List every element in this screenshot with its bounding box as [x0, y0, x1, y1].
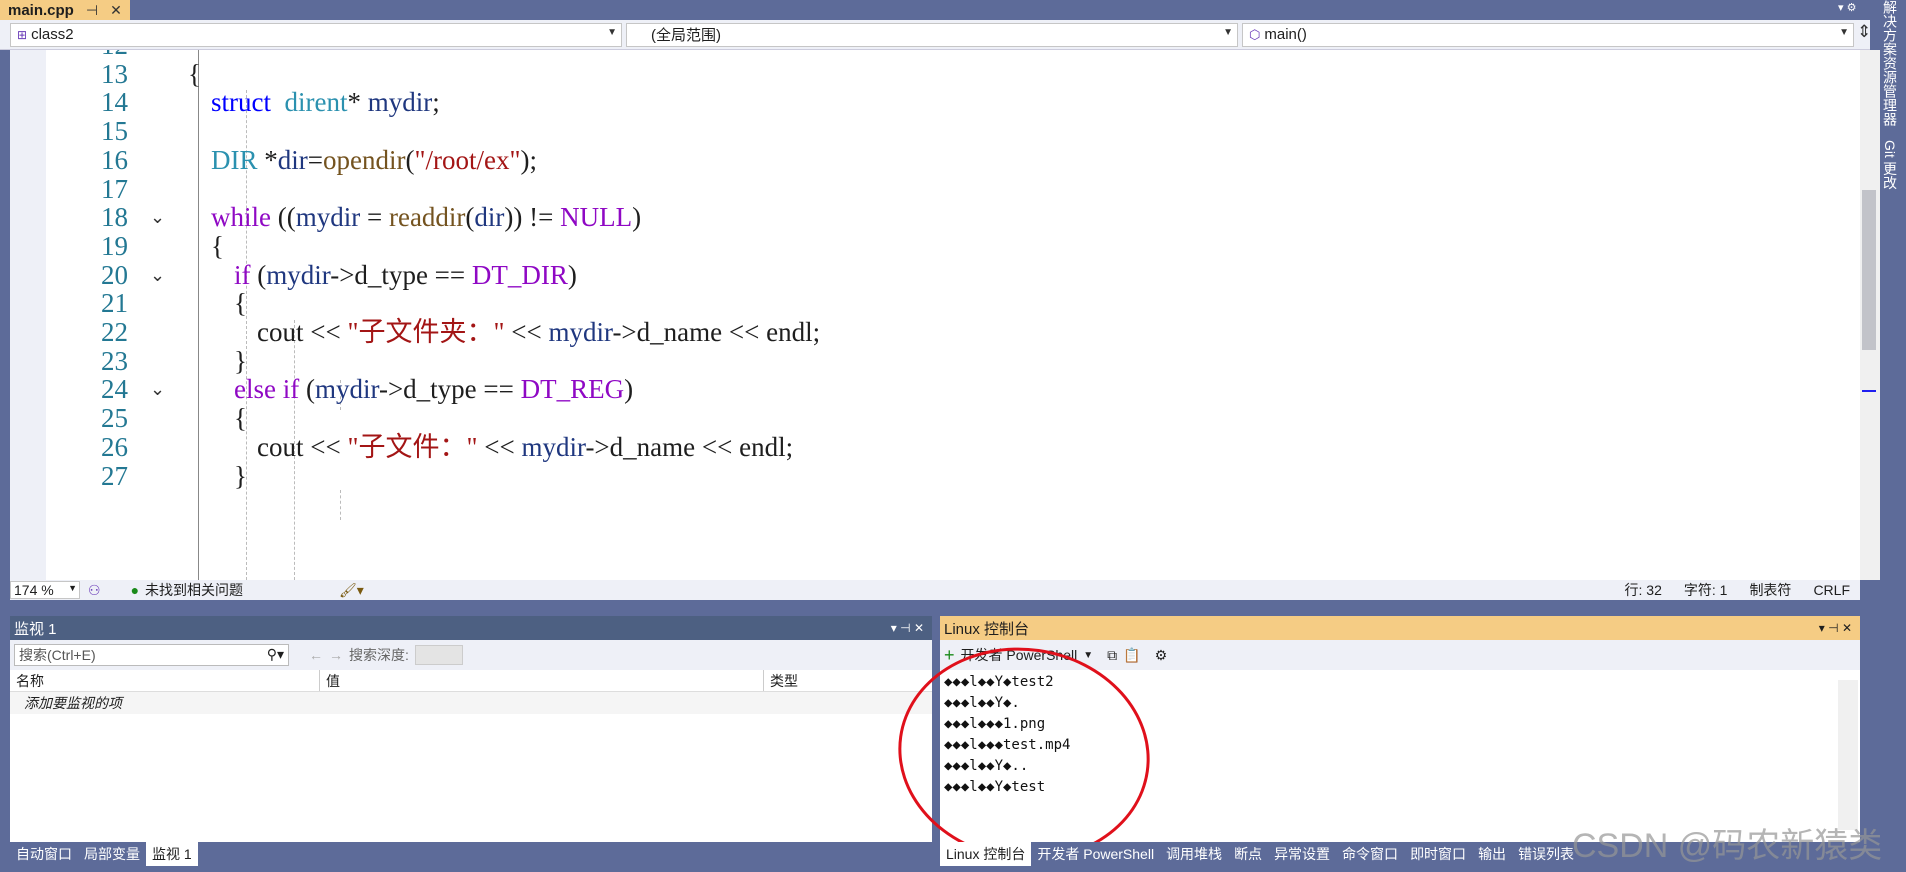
- scroll-marker: [1862, 390, 1876, 392]
- console-title: Linux 控制台: [944, 620, 1030, 638]
- line-number: 27: [101, 460, 128, 491]
- code-text: {: [234, 288, 247, 319]
- scrollbar-thumb[interactable]: [1862, 190, 1876, 350]
- search-depth-combo[interactable]: [414, 645, 463, 665]
- document-tab[interactable]: main.cpp ⊣ ✕: [0, 0, 130, 20]
- watch-panel: 监视 1 ▾ ⊣ ✕ 搜索(Ctrl+E) ⚲▾ ← → 搜索深度: 名称 值 …: [10, 616, 932, 842]
- tool-window-tab[interactable]: 开发者 PowerShell: [1031, 842, 1160, 866]
- tool-window-tab[interactable]: Linux 控制台: [940, 842, 1032, 866]
- member-combo[interactable]: ⬡ main() ▼: [1242, 22, 1854, 47]
- project-combo[interactable]: ⊞ class2 ▼: [10, 22, 622, 47]
- column-name[interactable]: 名称: [10, 670, 320, 691]
- watch-search-placeholder: 搜索(Ctrl+E): [19, 647, 96, 663]
- column-value[interactable]: 值: [320, 670, 764, 691]
- console-title-bar: Linux 控制台 ▾ ⊣ ✕: [940, 616, 1860, 640]
- debug-window-tab[interactable]: 监视 1: [146, 842, 198, 866]
- chevron-down-icon: ▼: [68, 583, 77, 593]
- editor-gutter: [10, 50, 46, 580]
- code-text: struct dirent* mydir;: [211, 87, 440, 118]
- member-combo-value: main(): [1264, 26, 1307, 43]
- watch-title-bar: 监视 1 ▾ ⊣ ✕: [10, 616, 932, 640]
- fold-chevron-icon[interactable]: ⌄: [150, 200, 170, 235]
- project-icon: ⊞: [17, 27, 28, 42]
- code-editor[interactable]: 1213{14struct dirent* mydir;1516DIR *dir…: [10, 50, 1860, 580]
- code-text: {: [211, 230, 224, 261]
- back-arrow-icon[interactable]: ←: [309, 647, 323, 663]
- tool-window-tab[interactable]: 错误列表: [1512, 842, 1580, 866]
- code-line[interactable]: 27}: [46, 459, 247, 494]
- solution-explorer-tab[interactable]: 解决方案资源管理器: [1880, 0, 1900, 126]
- zoom-combo[interactable]: 174 % ▼: [10, 581, 80, 599]
- search-icon[interactable]: ⚲▾: [267, 646, 284, 663]
- code-text: DIR *dir=opendir("/root/ex");: [211, 144, 537, 175]
- issues-status[interactable]: 未找到相关问题: [145, 580, 243, 600]
- watch-toolbar: 搜索(Ctrl+E) ⚲▾ ← → 搜索深度:: [10, 640, 932, 670]
- scope-combo[interactable]: (全局范围) ▼: [626, 22, 1238, 47]
- ai-icon[interactable]: ⚇: [88, 582, 101, 599]
- code-text: if (mydir->d_type == DT_DIR): [234, 259, 577, 290]
- tab-status[interactable]: 制表符: [1749, 580, 1791, 600]
- paste-icon[interactable]: 📋: [1123, 647, 1140, 664]
- tab-list-dropdown-icon[interactable]: ▾ ⚙: [1838, 1, 1856, 14]
- line-status[interactable]: 行: 32: [1625, 580, 1662, 600]
- project-combo-value: class2: [31, 26, 74, 43]
- split-editor-icon[interactable]: ⇕: [1857, 22, 1871, 42]
- tool-window-tab[interactable]: 调用堆栈: [1160, 842, 1228, 866]
- fold-chevron-icon[interactable]: ⌄: [150, 258, 170, 293]
- code-text: else if (mydir->d_type == DT_REG): [234, 374, 634, 405]
- code-text: }: [234, 345, 247, 376]
- tool-window-tab[interactable]: 即时窗口: [1404, 842, 1472, 866]
- cube-icon: ⬡: [1249, 26, 1261, 42]
- search-depth-label: 搜索深度:: [349, 647, 409, 663]
- code-text: {: [188, 58, 201, 89]
- code-text: {: [234, 403, 247, 434]
- watch-title: 监视 1: [14, 620, 57, 638]
- console-scrollbar[interactable]: [1838, 680, 1858, 830]
- debug-window-tab[interactable]: 局部变量: [78, 842, 146, 866]
- editor-status-bar: 174 % ▼ ⚇ ● 未找到相关问题 🖌▾ 行: 32 字符: 1 制表符 C…: [10, 580, 1860, 600]
- zoom-value: 174 %: [14, 582, 54, 598]
- chevron-down-icon[interactable]: ▼: [1083, 650, 1093, 661]
- fold-chevron-icon[interactable]: ⌄: [150, 372, 170, 407]
- navigation-bar: ⊞ class2 ▼ (全局范围) ▼ ⬡ main() ▼ ⇕: [0, 20, 1871, 50]
- tool-window-tab[interactable]: 输出: [1472, 842, 1512, 866]
- tool-window-tab[interactable]: 断点: [1228, 842, 1268, 866]
- watch-search-box[interactable]: 搜索(Ctrl+E) ⚲▾: [14, 644, 289, 666]
- chevron-down-icon: ▼: [1839, 26, 1849, 38]
- chevron-down-icon: ▼: [607, 26, 617, 38]
- column-type[interactable]: 类型: [764, 670, 914, 691]
- char-status[interactable]: 字符: 1: [1684, 580, 1728, 600]
- panel-menu-icon[interactable]: ▾ ⊣ ✕: [891, 621, 924, 635]
- document-tab-title: main.cpp: [8, 1, 74, 19]
- add-watch-item[interactable]: 添加要监视的项: [10, 692, 932, 714]
- code-text: cout << "子文件夹：" << mydir->d_name << endl…: [257, 317, 821, 347]
- pin-icon[interactable]: ⊣: [86, 2, 98, 19]
- watermark: CSDN @码农新猿类: [1572, 827, 1883, 865]
- code-text: cout << "子文件：" << mydir->d_name << endl;: [257, 431, 794, 462]
- debug-window-tab[interactable]: 自动窗口: [10, 842, 78, 866]
- eol-status[interactable]: CRLF: [1813, 582, 1850, 598]
- bottom-tabs-left: 自动窗口 局部变量 监视 1: [10, 842, 932, 866]
- indent-guide: [340, 490, 341, 520]
- copy-icon[interactable]: ⧉: [1107, 647, 1117, 664]
- chevron-down-icon: ▼: [1223, 26, 1233, 38]
- panel-menu-icon[interactable]: ▾ ⊣ ✕: [1819, 621, 1852, 635]
- scope-combo-value: (全局范围): [651, 27, 721, 44]
- git-changes-tab[interactable]: Git 更改: [1880, 140, 1900, 190]
- check-circle-icon: ●: [130, 582, 140, 598]
- brush-icon[interactable]: 🖌▾: [339, 582, 364, 599]
- forward-arrow-icon[interactable]: →: [329, 647, 343, 663]
- tool-window-tab[interactable]: 命令窗口: [1336, 842, 1404, 866]
- code-text: while ((mydir = readdir(dir)) != NULL): [211, 202, 642, 233]
- tab-strip: [0, 0, 1870, 20]
- tool-window-tab[interactable]: 异常设置: [1268, 842, 1336, 866]
- code-text: }: [234, 460, 247, 491]
- close-icon[interactable]: ✕: [110, 2, 122, 19]
- gear-icon[interactable]: ⚙: [1155, 647, 1168, 664]
- watch-grid-header: 名称 值 类型: [10, 670, 932, 692]
